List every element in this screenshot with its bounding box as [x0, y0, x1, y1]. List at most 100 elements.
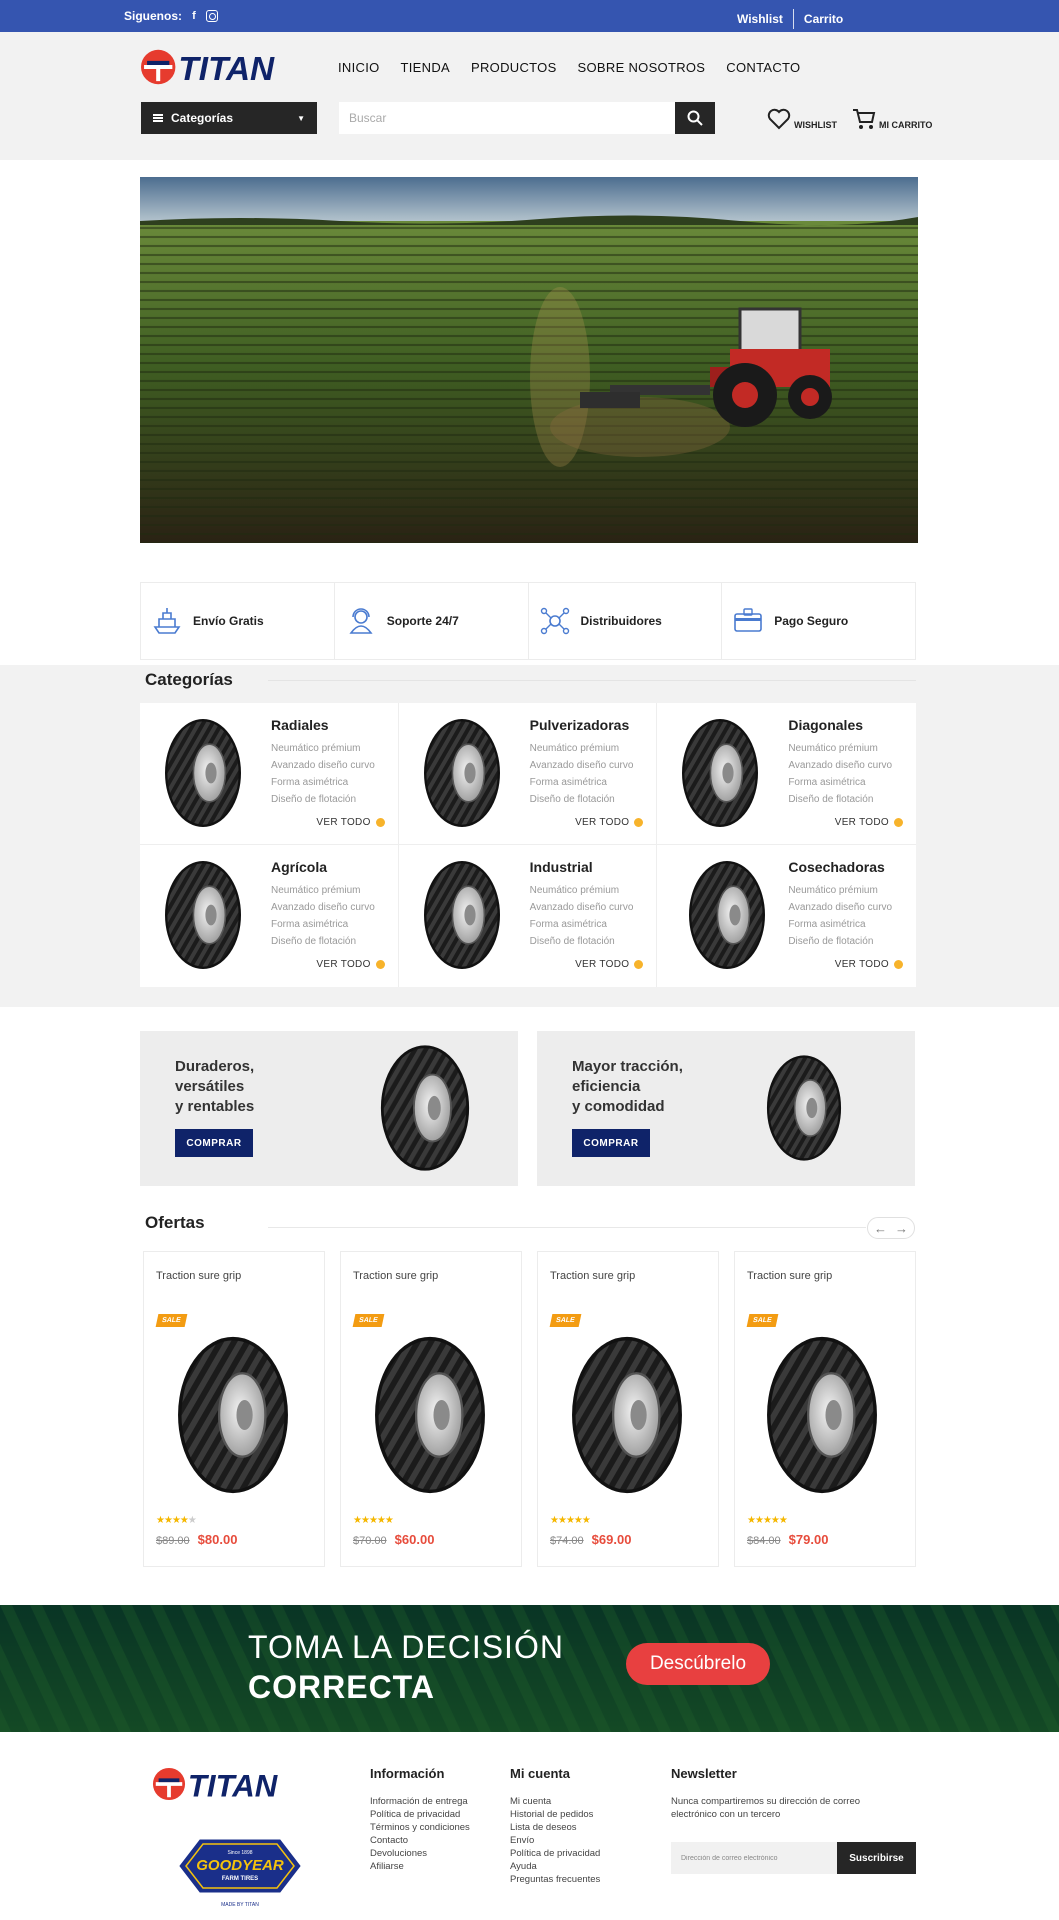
- feature-line: Avanzado diseño curvo: [529, 902, 634, 913]
- nav-sobre-nosotros[interactable]: SOBRE NOSOTROS: [578, 60, 706, 75]
- category-card[interactable]: Cosechadoras Neumático prémium Avanzado …: [657, 845, 916, 987]
- search-input[interactable]: [339, 102, 675, 134]
- footer-link[interactable]: Afiliarse: [370, 1860, 470, 1873]
- see-all-link[interactable]: VER TODO: [316, 817, 385, 828]
- see-all-label: VER TODO: [834, 817, 889, 828]
- header-wishlist[interactable]: WISHLIST: [767, 108, 837, 130]
- facebook-icon[interactable]: f: [188, 10, 200, 22]
- category-card[interactable]: Agrícola Neumático prémium Avanzado dise…: [140, 845, 399, 987]
- feature-line: Neumático prémium: [788, 885, 878, 896]
- titan-logo[interactable]: [140, 46, 322, 88]
- see-all-link[interactable]: VER TODO: [575, 817, 644, 828]
- network-icon: [540, 607, 569, 635]
- see-all-link[interactable]: VER TODO: [316, 959, 385, 970]
- star-icon: ★: [581, 1515, 591, 1526]
- site-footer: Since 1898 GOODYEAR FARM TIRES MADE BY T…: [0, 1732, 1059, 1920]
- see-all-link[interactable]: VER TODO: [575, 959, 644, 970]
- footer-account-title: Mi cuenta: [510, 1766, 570, 1781]
- footer-link[interactable]: Envío: [510, 1834, 600, 1847]
- top-wishlist-link[interactable]: Wishlist: [737, 12, 783, 26]
- feature-line: Neumático prémium: [271, 743, 361, 754]
- cta-banner: TOMA LA DECISIÓN CORRECTA Descúbrelo: [0, 1605, 1059, 1732]
- goodyear-sub: FARM TIRES: [222, 1876, 258, 1882]
- goodyear-logo: Since 1898 GOODYEAR FARM TIRES MADE BY T…: [175, 1832, 305, 1917]
- titan-logo[interactable]: [152, 1764, 322, 1804]
- see-all-label: VER TODO: [316, 959, 371, 970]
- sale-price: $60.00: [394, 1532, 435, 1547]
- footer-link[interactable]: Lista de deseos: [510, 1821, 600, 1834]
- category-features: Neumático prémium Avanzado diseño curvo …: [271, 740, 375, 808]
- star-icon: ★: [550, 1515, 559, 1526]
- product-card[interactable]: Traction sure grip SALE ★★★★★ $89.00 $80…: [143, 1251, 325, 1567]
- star-icon: ★: [179, 1515, 189, 1526]
- product-card[interactable]: Traction sure grip SALE ★★★★★ $84.00 $79…: [734, 1251, 916, 1567]
- product-card[interactable]: Traction sure grip SALE ★★★★★ $74.00 $69…: [537, 1251, 719, 1567]
- footer-link[interactable]: Contacto: [370, 1834, 470, 1847]
- search-icon: [687, 110, 703, 126]
- star-icon: ★: [778, 1515, 788, 1526]
- promo-card: Mayor tracción, eficiencia y comodidad C…: [537, 1031, 915, 1186]
- footer-link[interactable]: Política de privacidad: [370, 1808, 470, 1821]
- discover-button[interactable]: Descúbrelo: [626, 1643, 770, 1685]
- footer-link[interactable]: Información de entrega: [370, 1795, 470, 1808]
- footer-link[interactable]: Historial de pedidos: [510, 1808, 600, 1821]
- subscribe-button[interactable]: Suscribirse: [837, 1842, 916, 1874]
- feature-label: Soporte 24/7: [386, 614, 459, 628]
- star-icon: ★: [353, 1515, 362, 1526]
- feature-line: Neumático prémium: [529, 885, 620, 896]
- footer-link[interactable]: Política de privacidad: [510, 1847, 600, 1860]
- star-icon: ★: [557, 1515, 567, 1526]
- newsletter-email-input[interactable]: [671, 1842, 837, 1874]
- old-price: $70.00: [353, 1535, 387, 1547]
- category-features: Neumático prémium Avanzado diseño curvo …: [788, 740, 892, 808]
- feature-line: Forma asimétrica: [271, 777, 349, 788]
- category-card[interactable]: Pulverizadoras Neumático prémium Avanzad…: [398, 703, 658, 845]
- see-all-label: VER TODO: [575, 817, 630, 828]
- footer-link[interactable]: Devoluciones: [370, 1847, 470, 1860]
- top-bar: Siguenos: f Wishlist Carrito: [0, 0, 1059, 32]
- search-button[interactable]: [675, 102, 715, 134]
- promo-line: Mayor tracción,: [572, 1058, 683, 1075]
- see-all-link[interactable]: VER TODO: [835, 817, 903, 828]
- feature-line: Diseño de flotación: [788, 794, 874, 805]
- buy-button[interactable]: COMPRAR: [572, 1129, 650, 1157]
- sale-badge: SALE: [746, 1314, 779, 1327]
- divider: [268, 680, 916, 681]
- arrow-left-icon[interactable]: ←: [874, 1221, 887, 1236]
- arrow-right-icon[interactable]: →: [895, 1221, 908, 1236]
- instagram-icon[interactable]: [206, 10, 219, 22]
- see-all-label: VER TODO: [316, 817, 371, 828]
- nav-inicio[interactable]: INICIO: [338, 60, 380, 75]
- footer-link[interactable]: Mi cuenta: [510, 1795, 600, 1808]
- star-icon: ★: [163, 1515, 173, 1526]
- header-cart[interactable]: MI CARRITO: [852, 108, 932, 130]
- support-agent-icon: [349, 608, 373, 634]
- feature-line: Forma asimétrica: [788, 777, 866, 788]
- price-block: $84.00 $79.00: [747, 1532, 828, 1547]
- category-card[interactable]: Industrial Neumático prémium Avanzado di…: [399, 845, 658, 987]
- footer-link[interactable]: Preguntas frecuentes: [510, 1873, 600, 1886]
- category-features: Neumático prémium Avanzado diseño curvo …: [271, 882, 375, 950]
- promo-line: y comodidad: [572, 1098, 665, 1115]
- category-card[interactable]: Diagonales Neumático prémium Avanzado di…: [657, 703, 916, 845]
- follow-label: Siguenos:: [124, 9, 183, 23]
- star-icon: ★: [384, 1515, 394, 1526]
- feature-label: Distribuidores: [580, 614, 662, 628]
- see-all-link[interactable]: VER TODO: [835, 959, 903, 970]
- categories-dropdown[interactable]: Categorías ▼: [141, 102, 317, 134]
- category-card[interactable]: Radiales Neumático prémium Avanzado dise…: [140, 703, 399, 845]
- tire-image: [162, 717, 244, 829]
- nav-tienda[interactable]: TIENDA: [401, 60, 450, 75]
- product-card[interactable]: Traction sure grip SALE ★★★★★ $70.00 $60…: [340, 1251, 522, 1567]
- nav-productos[interactable]: PRODUCTOS: [471, 60, 557, 75]
- top-cart-link[interactable]: Carrito: [804, 12, 843, 26]
- footer-link[interactable]: Ayuda: [510, 1860, 600, 1873]
- sale-price: $69.00: [591, 1532, 632, 1547]
- star-icon: ★: [565, 1515, 575, 1526]
- nav-contacto[interactable]: CONTACTO: [726, 60, 800, 75]
- tire-image: [757, 1334, 887, 1496]
- buy-button[interactable]: COMPRAR: [175, 1129, 253, 1157]
- category-name: Agrícola: [271, 859, 328, 875]
- site-header: INICIO TIENDA PRODUCTOS SOBRE NOSOTROS C…: [0, 32, 1059, 160]
- footer-link[interactable]: Términos y condiciones: [370, 1821, 470, 1834]
